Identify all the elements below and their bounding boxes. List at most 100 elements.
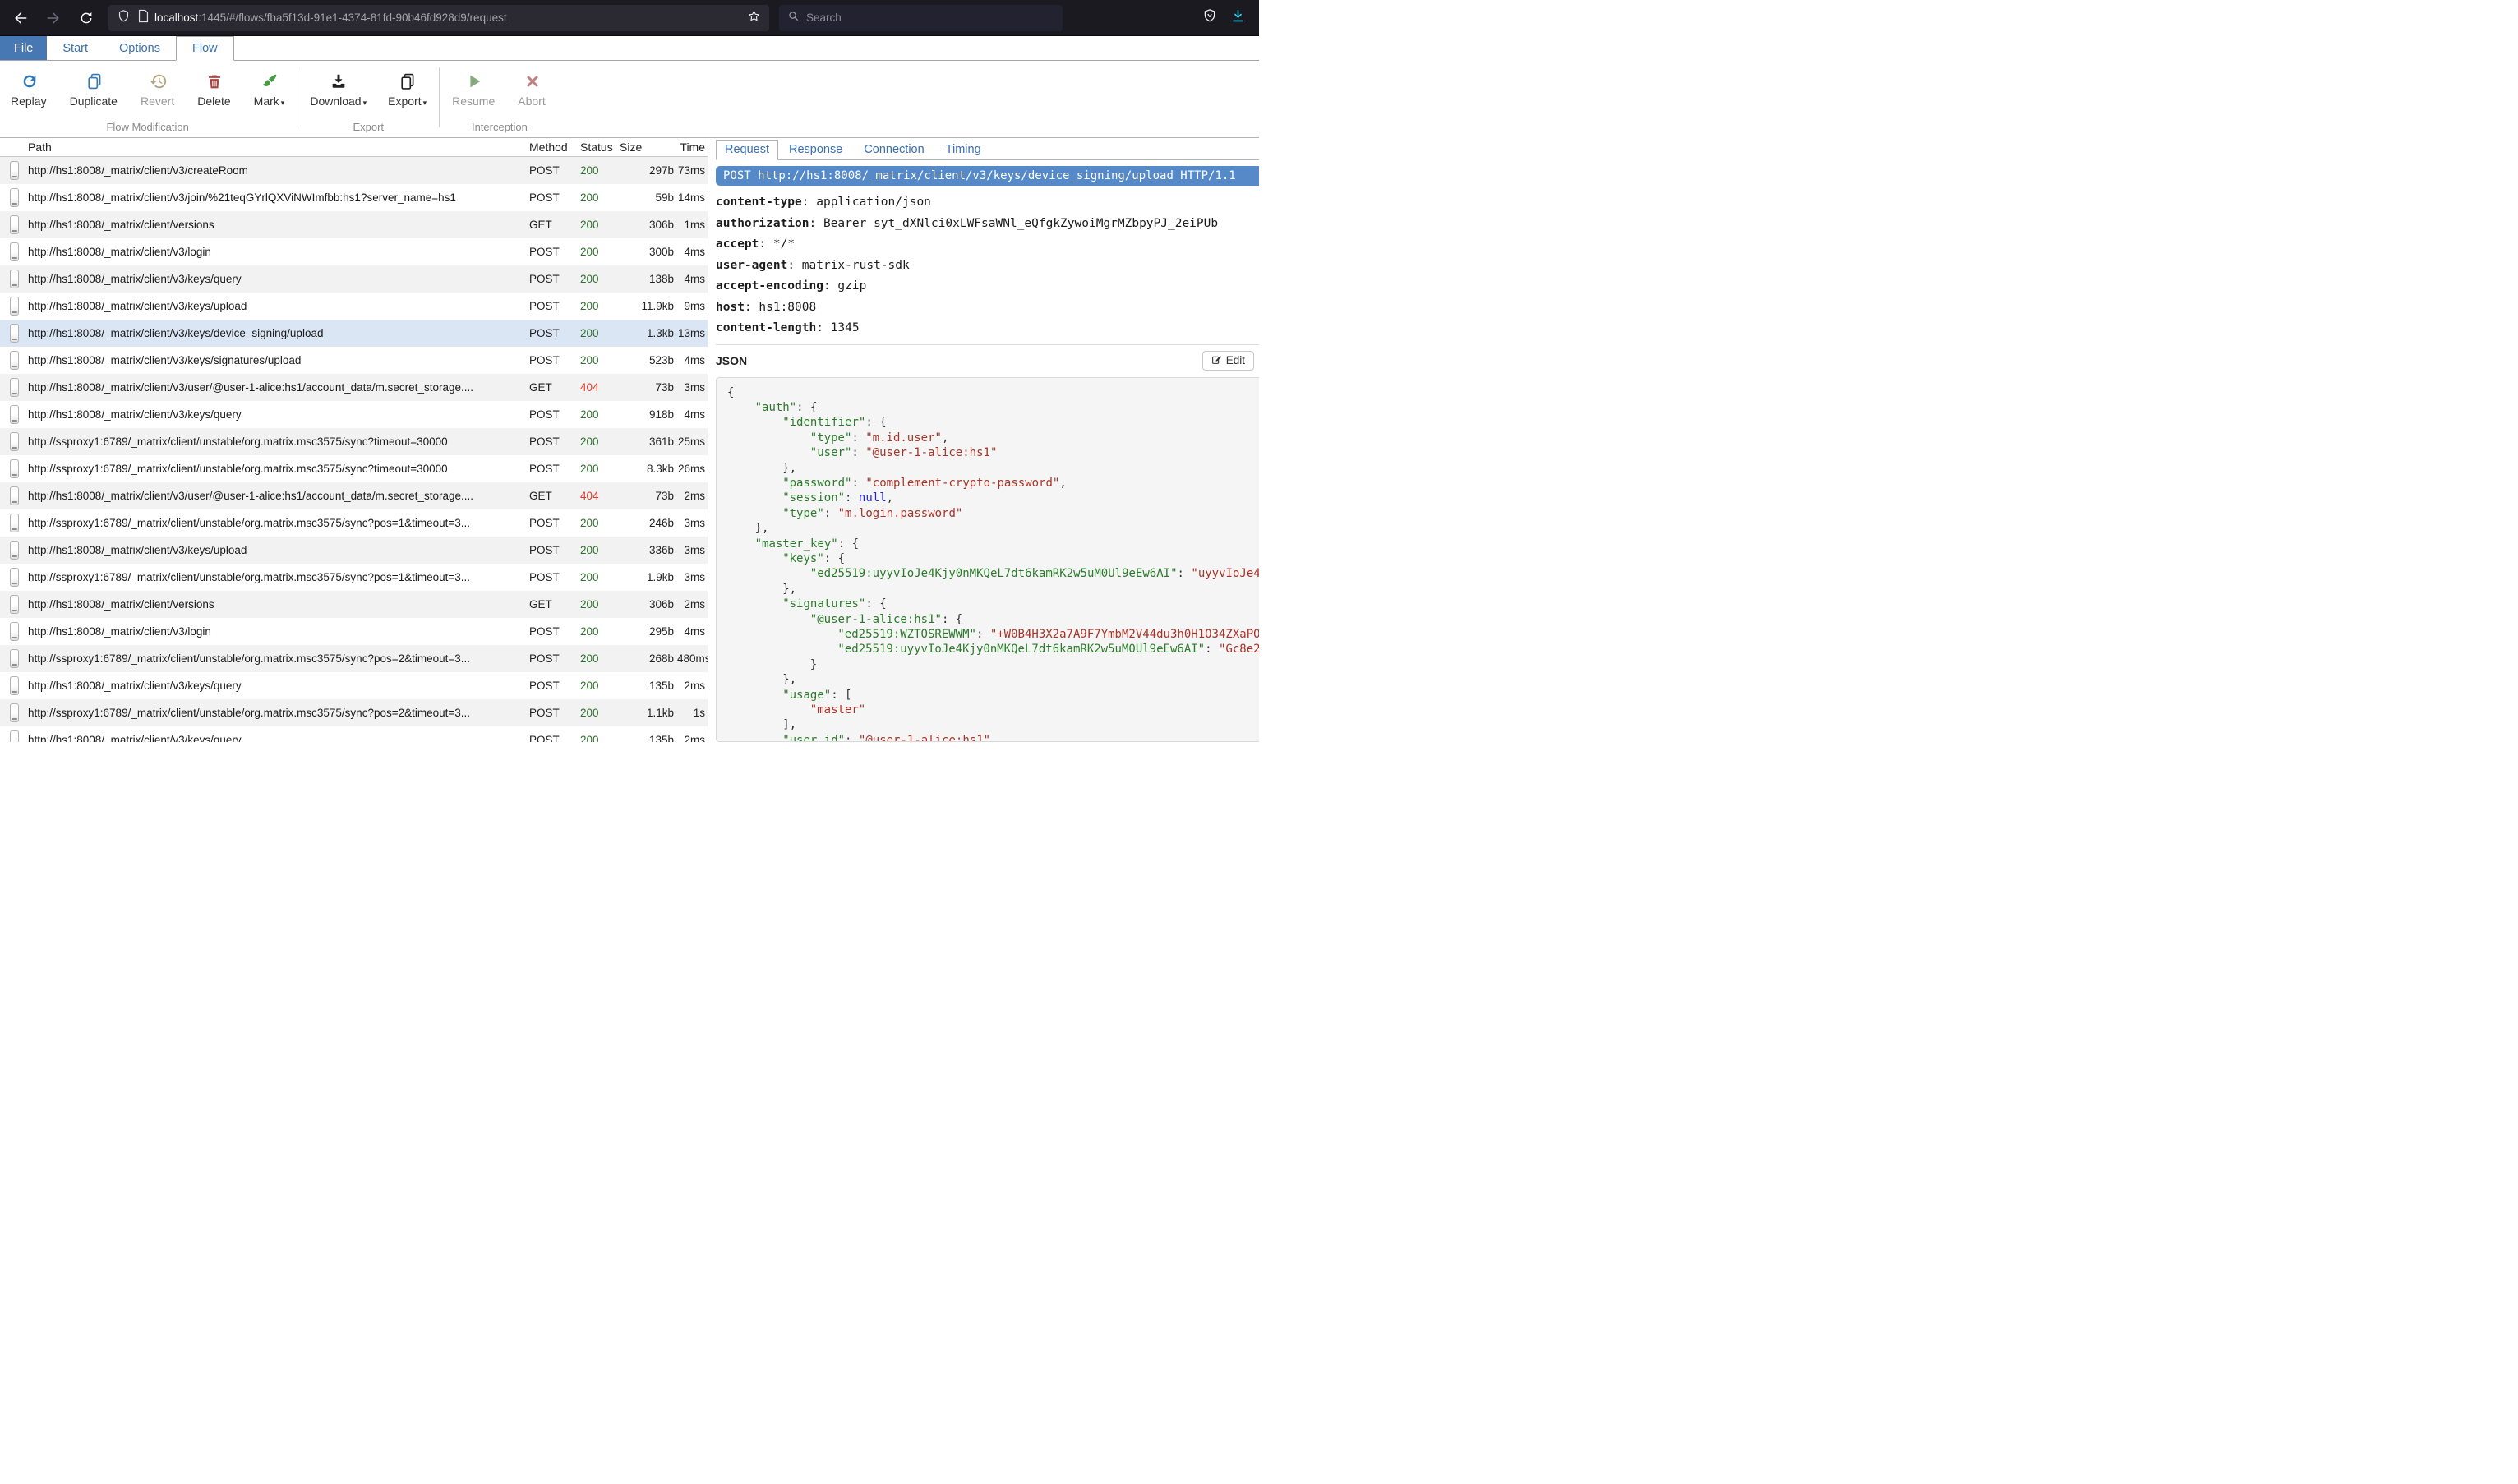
- download-button[interactable]: Download▾: [299, 69, 377, 109]
- flow-status: 200: [572, 517, 615, 529]
- shield-icon[interactable]: [117, 9, 131, 27]
- resume-button[interactable]: Resume: [441, 69, 507, 109]
- flow-row[interactable]: http://hs1:8008/_matrix/client/v3/keys/q…: [0, 726, 708, 742]
- request-header-line[interactable]: content-type: application/json: [716, 196, 1259, 209]
- flow-type-icon: [10, 595, 19, 614]
- replay-button[interactable]: Replay: [0, 69, 59, 109]
- export-button[interactable]: Export▾: [377, 69, 437, 109]
- flow-row[interactable]: http://hs1:8008/_matrix/client/v3/login …: [0, 238, 708, 265]
- request-header-line[interactable]: authorization: Bearer syt_dXNlci0xLWFsaW…: [716, 217, 1259, 230]
- menu-tab-options[interactable]: Options: [104, 36, 176, 60]
- detail-tab-timing[interactable]: Timing: [935, 141, 992, 159]
- flow-size: 306b: [615, 598, 677, 611]
- json-line: "type": "m.id.user",: [727, 431, 1259, 445]
- forward-icon[interactable]: [43, 7, 64, 29]
- flow-type-icon: [10, 486, 19, 505]
- flow-status: 200: [572, 219, 615, 231]
- detail-tab-request[interactable]: Request: [716, 140, 778, 160]
- flow-row[interactable]: http://hs1:8008/_matrix/client/v3/keys/d…: [0, 320, 708, 347]
- flow-status: 200: [572, 707, 615, 719]
- flow-row[interactable]: http://hs1:8008/_matrix/client/v3/user/@…: [0, 482, 708, 509]
- flow-row[interactable]: http://hs1:8008/_matrix/client/v3/keys/q…: [0, 401, 708, 428]
- flow-type-icon: [10, 541, 19, 560]
- menu-tab-flow[interactable]: Flow: [176, 36, 234, 61]
- flow-row[interactable]: http://ssproxy1:6789/_matrix/client/unst…: [0, 699, 708, 726]
- flow-size: 1.1kb: [615, 707, 677, 719]
- flow-status: 200: [572, 463, 615, 475]
- flow-row[interactable]: http://hs1:8008/_matrix/client/v3/keys/q…: [0, 672, 708, 699]
- flow-row[interactable]: http://hs1:8008/_matrix/client/v3/user/@…: [0, 374, 708, 401]
- json-line: },: [727, 582, 1259, 597]
- request-header-line[interactable]: user-agent: matrix-rust-sdk: [716, 259, 1259, 272]
- json-line: "usage": [: [727, 688, 1259, 703]
- flow-row[interactable]: http://hs1:8008/_matrix/client/v3/create…: [0, 157, 708, 184]
- request-header-line[interactable]: host: hs1:8008: [716, 301, 1259, 314]
- flow-method: POST: [521, 354, 572, 366]
- flow-time: 1ms: [677, 219, 708, 231]
- reload-icon[interactable]: [76, 7, 97, 29]
- flow-status: 200: [572, 273, 615, 285]
- json-line: "ed25519:uyyvIoJe4Kjy0nMKQeL7dt6kamRK2w5…: [727, 566, 1259, 581]
- search-input[interactable]: Search: [779, 5, 1063, 31]
- delete-button[interactable]: Delete: [187, 69, 242, 109]
- column-header-path[interactable]: Path: [28, 141, 521, 154]
- flow-time: 2ms: [677, 490, 708, 502]
- flow-row[interactable]: http://hs1:8008/_matrix/client/v3/keys/q…: [0, 265, 708, 293]
- flow-row[interactable]: http://hs1:8008/_matrix/client/versions …: [0, 591, 708, 618]
- abort-button[interactable]: Abort: [507, 69, 557, 109]
- flow-method: POST: [521, 327, 572, 339]
- json-body-view[interactable]: {"auth": {"identifier": {"type": "m.id.u…: [716, 377, 1259, 743]
- downloads-icon[interactable]: [1230, 8, 1246, 28]
- flow-row[interactable]: http://hs1:8008/_matrix/client/v3/keys/s…: [0, 347, 708, 374]
- flow-row[interactable]: http://hs1:8008/_matrix/client/v3/login …: [0, 618, 708, 645]
- url-bar[interactable]: localhost:1445/#/flows/fba5f13d-91e1-437…: [108, 5, 769, 31]
- flow-row[interactable]: http://ssproxy1:6789/_matrix/client/unst…: [0, 455, 708, 482]
- flow-status: 404: [572, 490, 615, 502]
- menu-tab-file[interactable]: File: [0, 36, 47, 60]
- flow-method: POST: [521, 246, 572, 258]
- detail-tab-response[interactable]: Response: [778, 141, 853, 159]
- detail-tab-connection[interactable]: Connection: [853, 141, 934, 159]
- flow-list-header[interactable]: Path Method Status Size Time: [0, 138, 708, 157]
- flow-row[interactable]: http://ssproxy1:6789/_matrix/client/unst…: [0, 428, 708, 455]
- flow-method: POST: [521, 734, 572, 742]
- flow-row[interactable]: http://hs1:8008/_matrix/client/v3/keys/u…: [0, 537, 708, 564]
- column-header-size[interactable]: Size: [615, 141, 677, 154]
- request-line[interactable]: POST http://hs1:8008/_matrix/client/v3/k…: [716, 166, 1259, 186]
- flow-row[interactable]: http://hs1:8008/_matrix/client/v3/join/%…: [0, 184, 708, 211]
- flow-row[interactable]: http://ssproxy1:6789/_matrix/client/unst…: [0, 564, 708, 591]
- column-header-status[interactable]: Status: [572, 141, 615, 154]
- menu-tab-start[interactable]: Start: [47, 36, 104, 60]
- extension-shield-icon[interactable]: [1202, 8, 1217, 27]
- flow-time: 2ms: [677, 598, 708, 611]
- flow-toolbar: Replay Duplicate Revert Delete Mark▾ Flo…: [0, 61, 1259, 138]
- request-header-line[interactable]: accept-encoding: gzip: [716, 279, 1259, 293]
- mark-button[interactable]: Mark▾: [243, 69, 296, 109]
- flow-row[interactable]: http://hs1:8008/_matrix/client/versions …: [0, 211, 708, 238]
- page-info-icon[interactable]: [137, 9, 150, 27]
- flow-path: http://ssproxy1:6789/_matrix/client/unst…: [28, 463, 521, 475]
- toolbar-separator: [439, 67, 440, 127]
- column-header-method[interactable]: Method: [521, 141, 572, 154]
- column-header-time[interactable]: Time: [677, 141, 708, 154]
- json-line: {: [727, 385, 1259, 400]
- request-header-line[interactable]: accept: */*: [716, 237, 1259, 251]
- bookmark-star-icon[interactable]: [747, 9, 761, 27]
- flow-size: 1.9kb: [615, 571, 677, 583]
- flow-row[interactable]: http://ssproxy1:6789/_matrix/client/unst…: [0, 645, 708, 672]
- flow-row[interactable]: http://hs1:8008/_matrix/client/v3/keys/u…: [0, 293, 708, 320]
- flow-path: http://ssproxy1:6789/_matrix/client/unst…: [28, 517, 521, 529]
- flow-row[interactable]: http://ssproxy1:6789/_matrix/client/unst…: [0, 509, 708, 537]
- edit-button[interactable]: Edit: [1202, 351, 1254, 371]
- flow-type-icon: [10, 378, 19, 397]
- duplicate-button[interactable]: Duplicate: [59, 69, 130, 109]
- toolbar-group: Download▾ Export▾ Export: [299, 61, 437, 137]
- flow-time: 480ms: [677, 652, 708, 665]
- request-header-line[interactable]: content-length: 1345: [716, 321, 1259, 334]
- revert-button[interactable]: Revert: [130, 69, 187, 109]
- flow-path: http://ssproxy1:6789/_matrix/client/unst…: [28, 436, 521, 448]
- back-icon[interactable]: [10, 7, 31, 29]
- flow-status: 200: [572, 191, 615, 204]
- flow-method: POST: [521, 571, 572, 583]
- flow-time: 4ms: [677, 354, 708, 366]
